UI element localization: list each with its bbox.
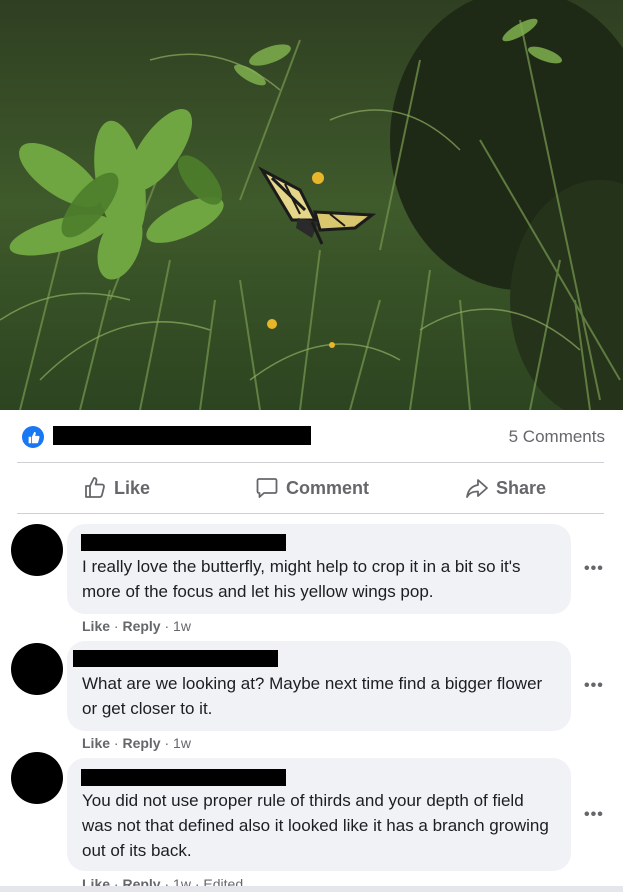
post-actions: Like Comment Share [0, 464, 623, 512]
avatar[interactable] [11, 524, 63, 576]
avatar[interactable] [11, 752, 63, 804]
comment-bubble: You did not use proper rule of thirds an… [67, 758, 571, 871]
reactor-names-redacted [53, 426, 311, 445]
like-label: Like [114, 477, 151, 498]
separator: · [164, 618, 170, 634]
avatar[interactable] [11, 643, 63, 695]
post-photo[interactable] [0, 0, 623, 410]
separator: · [113, 618, 119, 634]
like-button[interactable]: Like [83, 464, 150, 512]
commenter-name-redacted[interactable] [73, 650, 278, 667]
comment-text: I really love the butterfly, might help … [82, 557, 521, 601]
share-icon [466, 479, 488, 498]
comment-like-link[interactable]: Like [82, 618, 110, 634]
comment-meta: Like · Reply · 1w [82, 618, 191, 634]
comment-bubble: I really love the butterfly, might help … [67, 524, 571, 614]
thumbs-up-icon[interactable] [22, 426, 44, 448]
comment-time: 1w [173, 618, 191, 634]
comment-time: 1w [173, 735, 191, 751]
share-button[interactable]: Share [465, 464, 546, 512]
thumbs-up-icon [85, 477, 105, 498]
separator: · [113, 735, 119, 751]
more-options-icon[interactable]: ••• [584, 806, 604, 824]
comment-meta: Like · Reply · 1w [82, 735, 191, 751]
share-label: Share [496, 477, 547, 498]
bottom-edge [0, 886, 623, 892]
commenter-name-redacted[interactable] [81, 534, 286, 551]
comment-reply-link[interactable]: Reply [122, 735, 160, 751]
comment-text: You did not use proper rule of thirds an… [82, 791, 549, 860]
reactions-bar: 5 Comments [0, 410, 623, 462]
comment-reply-link[interactable]: Reply [122, 618, 160, 634]
commenter-name-redacted[interactable] [81, 769, 286, 786]
comment-label: Comment [286, 477, 370, 498]
comment-like-link[interactable]: Like [82, 735, 110, 751]
divider [17, 513, 604, 514]
divider [17, 462, 604, 463]
more-options-icon[interactable]: ••• [584, 677, 604, 695]
comment-icon [256, 478, 278, 498]
separator: · [164, 735, 170, 751]
comment-bubble: What are we looking at? Maybe next time … [67, 641, 571, 731]
comment-text: What are we looking at? Maybe next time … [82, 674, 543, 718]
comment-count[interactable]: 5 Comments [509, 427, 605, 447]
butterfly-photo [0, 0, 623, 410]
comment-button[interactable]: Comment [255, 464, 369, 512]
more-options-icon[interactable]: ••• [584, 560, 604, 578]
